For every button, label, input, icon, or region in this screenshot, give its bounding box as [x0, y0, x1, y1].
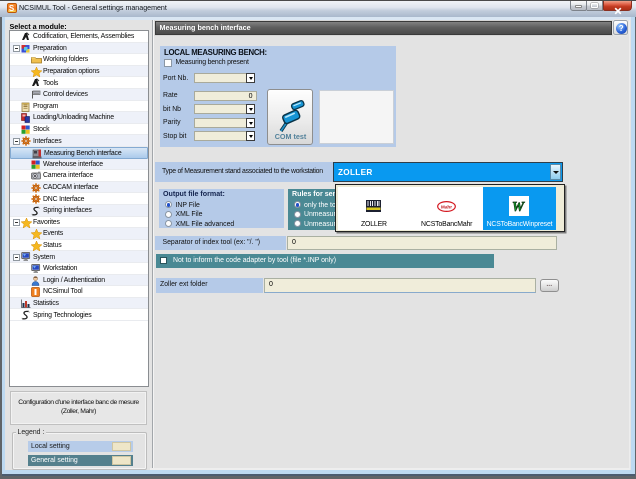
svg-text:W: W — [512, 199, 525, 214]
svg-text:Mahr: Mahr — [441, 205, 452, 210]
